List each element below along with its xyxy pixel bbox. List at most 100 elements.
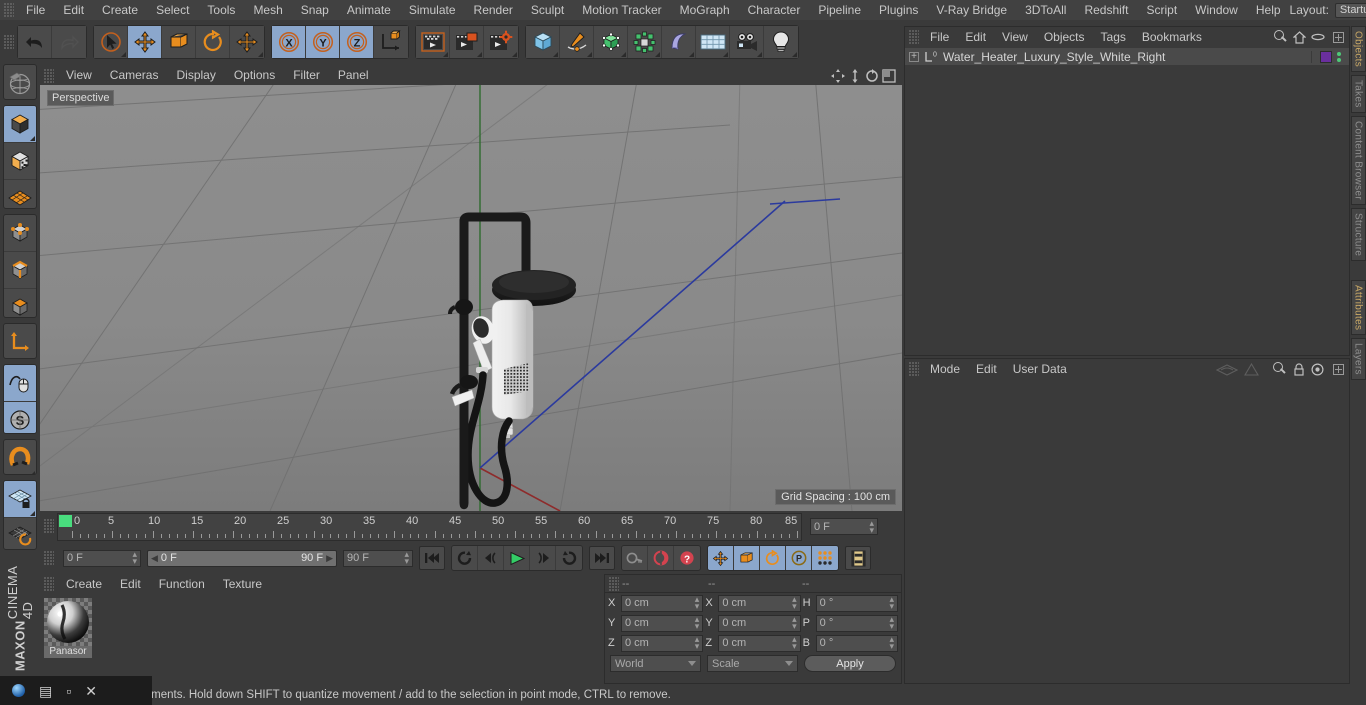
material-menu-texture[interactable]: Texture — [214, 574, 271, 594]
viewport-camera-label[interactable]: Perspective — [47, 90, 115, 106]
object-name[interactable]: Water_Heater_Luxury_Style_White_Right — [943, 50, 1165, 64]
uv-mesh-button[interactable] — [4, 180, 36, 208]
current-frame-field[interactable]: 0 F ▴ ▾ — [810, 518, 878, 535]
ellipse-icon[interactable] — [1311, 31, 1325, 43]
object-menu-tags[interactable]: Tags — [1093, 27, 1134, 47]
dock-tab-content-browser[interactable]: Content Browser — [1350, 115, 1366, 205]
points-mode-button[interactable] — [3, 215, 36, 252]
model-mode-button[interactable] — [3, 105, 36, 143]
coordinates-gripper[interactable] — [609, 576, 619, 591]
spinner-icon[interactable]: ▴ ▾ — [889, 615, 894, 631]
snap-settings-button[interactable]: S — [3, 401, 36, 433]
timeline-ruler[interactable]: 0 5 10 15 20 25 30 35 40 45 50 55 60 65 … — [57, 513, 802, 541]
search-icon[interactable] — [1272, 29, 1288, 45]
lock-icon[interactable] — [1293, 362, 1305, 376]
menu-gripper[interactable] — [4, 3, 14, 17]
world-object-coordinates-button[interactable] — [374, 26, 408, 58]
record-scale-button[interactable] — [734, 546, 760, 570]
menu-vray-bridge[interactable]: V-Ray Bridge — [927, 0, 1016, 20]
menu-render[interactable]: Render — [465, 0, 522, 20]
undo-button[interactable] — [18, 26, 52, 58]
dock-tab-takes[interactable]: Takes — [1350, 75, 1366, 113]
autokeying-button[interactable] — [648, 546, 674, 570]
preview-range-slider[interactable]: ◀ 0 F 90 F ▶ — [147, 549, 337, 567]
go-to-start-button[interactable] — [419, 546, 445, 570]
dock-tab-objects[interactable]: Objects — [1350, 26, 1366, 73]
rotate-tool-button[interactable] — [196, 26, 230, 58]
step-forward-button[interactable] — [530, 546, 556, 570]
scale-tool-button[interactable] — [162, 26, 196, 58]
render-view-button[interactable] — [416, 26, 450, 58]
edges-mode-button[interactable] — [3, 252, 36, 289]
object-tree[interactable]: + 0 Water_Heater_Luxury_Style_White_Righ… — [905, 48, 1349, 355]
menu-help[interactable]: Help — [1247, 0, 1290, 20]
pan-icon[interactable] — [831, 68, 845, 83]
attribute-menu-user-data[interactable]: User Data — [1005, 359, 1075, 379]
nurbs-button[interactable] — [594, 26, 628, 58]
attribute-gripper[interactable] — [909, 362, 919, 376]
viewport-menu-view[interactable]: View — [57, 66, 101, 85]
menu-edit[interactable]: Edit — [54, 0, 93, 20]
viewport-menu-cameras[interactable]: Cameras — [101, 66, 168, 85]
close-icon[interactable]: ✕ — [85, 684, 97, 698]
plus-box-icon[interactable] — [1333, 363, 1344, 375]
eye-mesh-icon[interactable] — [1216, 363, 1238, 376]
timeline-gripper[interactable] — [44, 519, 54, 533]
workplane-rotate-button[interactable] — [4, 518, 36, 549]
previous-key-button[interactable] — [452, 546, 478, 570]
magnet-button[interactable] — [4, 440, 36, 474]
material-sphere-icon[interactable] — [44, 598, 92, 646]
attribute-menu-edit[interactable]: Edit — [968, 359, 1005, 379]
add-spline-button[interactable] — [560, 26, 594, 58]
viewport-menu-options[interactable]: Options — [225, 66, 284, 85]
keyframe-selection-button[interactable]: ? — [674, 546, 700, 570]
viewport-menu-filter[interactable]: Filter — [284, 66, 329, 85]
menu-motion-tracker[interactable]: Motion Tracker — [573, 0, 670, 20]
browser-icon[interactable] — [12, 684, 25, 697]
size-x-field[interactable]: 0 cm ▴ ▾ — [718, 594, 801, 612]
coordinate-mode-dropdown[interactable]: Scale — [707, 655, 798, 672]
menu-mograph[interactable]: MoGraph — [671, 0, 739, 20]
lock-z-button[interactable]: Z — [340, 26, 374, 58]
spinner-icon[interactable]: ▴ ▾ — [695, 595, 700, 611]
menu-tools[interactable]: Tools — [198, 0, 244, 20]
start-frame-field[interactable]: 0 F ▴ ▾ — [63, 549, 141, 567]
object-menu-file[interactable]: File — [922, 27, 957, 47]
menu-script[interactable]: Script — [1137, 0, 1186, 20]
spinner-icon[interactable]: ▴ ▾ — [695, 635, 700, 651]
spinner-icon[interactable]: ▴ ▾ — [869, 518, 874, 534]
spinner-icon[interactable]: ▴ ▾ — [404, 550, 409, 566]
redo-button[interactable] — [52, 26, 86, 58]
light-button[interactable] — [764, 26, 798, 58]
menu-create[interactable]: Create — [93, 0, 147, 20]
play-button[interactable] — [504, 546, 530, 570]
object-gripper[interactable] — [909, 30, 919, 44]
minimize-icon[interactable]: ▫ — [66, 684, 71, 698]
target-icon[interactable] — [1311, 362, 1324, 376]
rotation-b-field[interactable]: 0 ° ▴ ▾ — [815, 634, 898, 652]
viewport-canvas[interactable]: Y X Z — [40, 85, 902, 511]
home-icon[interactable] — [1293, 30, 1306, 44]
material-tag-icon[interactable] — [1320, 50, 1332, 63]
spinner-icon[interactable]: ▴ ▾ — [792, 635, 797, 651]
record-keyframe-button[interactable] — [622, 546, 648, 570]
object-menu-view[interactable]: View — [994, 27, 1036, 47]
add-cube-button[interactable] — [526, 26, 560, 58]
viewport-menu-panel[interactable]: Panel — [329, 66, 378, 85]
maximize-icon[interactable] — [882, 68, 896, 83]
menu-plugins[interactable]: Plugins — [870, 0, 927, 20]
end-frame-field[interactable]: 90 F ▴ ▾ — [343, 549, 413, 567]
array-button[interactable] — [628, 26, 662, 58]
viewport-menu-display[interactable]: Display — [167, 66, 224, 85]
spinner-icon[interactable]: ▴ ▾ — [792, 595, 797, 611]
material-menu-edit[interactable]: Edit — [111, 574, 150, 594]
dock-tab-attributes[interactable]: Attributes — [1350, 279, 1366, 336]
live-selection-button[interactable] — [94, 26, 128, 58]
record-parameter-button[interactable] — [812, 546, 838, 570]
timeline-filmstrip-button[interactable] — [845, 546, 871, 570]
menu-snap[interactable]: Snap — [292, 0, 338, 20]
spinner-icon[interactable]: ▴ ▾ — [889, 635, 894, 651]
viewport-gripper[interactable] — [44, 68, 54, 83]
pyramid-icon[interactable] — [1244, 362, 1259, 376]
visibility-dots-icon[interactable] — [1337, 51, 1341, 62]
